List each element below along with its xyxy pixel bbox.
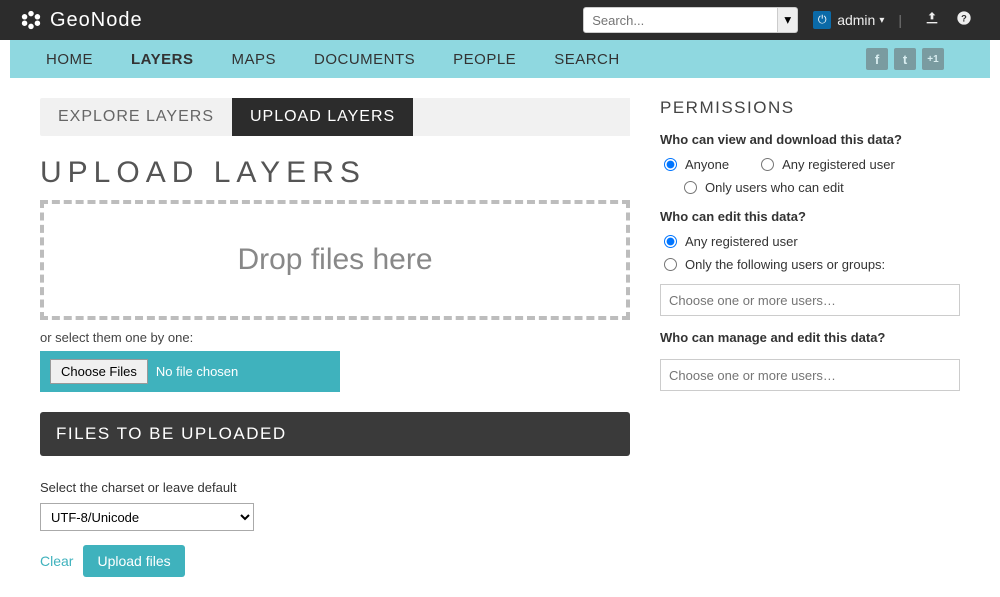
charset-label: Select the charset or leave default bbox=[40, 480, 630, 495]
or-select-text: or select them one by one: bbox=[40, 330, 630, 345]
nav-home[interactable]: HOME bbox=[46, 51, 93, 68]
perm-view-question: Who can view and download this data? bbox=[660, 132, 960, 147]
perm-edit-specific[interactable]: Only the following users or groups: bbox=[664, 257, 960, 272]
charset-select[interactable]: UTF-8/Unicode bbox=[40, 503, 254, 531]
nav-search[interactable]: SEARCH bbox=[554, 51, 620, 68]
search-box: ▾ bbox=[583, 7, 798, 33]
perm-manage-users-input[interactable] bbox=[660, 359, 960, 391]
help-icon[interactable]: ? bbox=[956, 10, 972, 31]
user-menu[interactable]: ⏻ admin ▾ bbox=[813, 11, 884, 29]
perm-edit-users-input[interactable] bbox=[660, 284, 960, 316]
permissions-title: PERMISSIONS bbox=[660, 98, 960, 118]
plusone-icon[interactable]: +1 bbox=[922, 48, 944, 70]
twitter-icon[interactable]: t bbox=[894, 48, 916, 70]
nav-maps[interactable]: MAPS bbox=[231, 51, 276, 68]
power-icon: ⏻ bbox=[813, 11, 831, 29]
svg-text:?: ? bbox=[961, 13, 967, 23]
perm-edit-registered[interactable]: Any registered user bbox=[664, 234, 960, 249]
dropzone-text: Drop files here bbox=[237, 243, 432, 277]
perm-manage-question: Who can manage and edit this data? bbox=[660, 330, 960, 345]
main-nav: HOME LAYERS MAPS DOCUMENTS PEOPLE SEARCH… bbox=[10, 40, 990, 78]
upload-icon[interactable] bbox=[924, 10, 940, 31]
search-dropdown-button[interactable]: ▾ bbox=[778, 7, 798, 33]
brand-logo[interactable]: GeoNode bbox=[20, 9, 143, 32]
perm-view-registered[interactable]: Any registered user bbox=[761, 157, 895, 172]
nav-people[interactable]: PEOPLE bbox=[453, 51, 516, 68]
page-title: UPLOAD LAYERS bbox=[40, 156, 630, 190]
perm-edit-question: Who can edit this data? bbox=[660, 209, 960, 224]
perm-view-editors[interactable]: Only users who can edit bbox=[684, 180, 960, 195]
clear-link[interactable]: Clear bbox=[40, 553, 73, 569]
choose-files-button[interactable]: Choose Files bbox=[50, 359, 148, 384]
nav-documents[interactable]: DOCUMENTS bbox=[314, 51, 415, 68]
file-chooser-bar: Choose Files No file chosen bbox=[40, 351, 340, 392]
brand-text: GeoNode bbox=[50, 9, 143, 32]
flower-icon bbox=[20, 9, 42, 31]
file-status: No file chosen bbox=[156, 364, 238, 379]
dropzone[interactable]: Drop files here bbox=[40, 200, 630, 320]
facebook-icon[interactable]: f bbox=[866, 48, 888, 70]
username: admin bbox=[837, 12, 875, 28]
subtabs: EXPLORE LAYERS UPLOAD LAYERS bbox=[40, 98, 630, 136]
tab-upload-layers[interactable]: UPLOAD LAYERS bbox=[232, 98, 413, 136]
divider: | bbox=[898, 12, 902, 28]
upload-files-button[interactable]: Upload files bbox=[83, 545, 184, 577]
caret-down-icon: ▾ bbox=[879, 15, 884, 26]
search-input[interactable] bbox=[583, 7, 778, 33]
tab-explore-layers[interactable]: EXPLORE LAYERS bbox=[40, 98, 232, 136]
nav-layers[interactable]: LAYERS bbox=[131, 51, 193, 68]
perm-view-anyone[interactable]: Anyone bbox=[664, 157, 729, 172]
files-to-upload-header: FILES TO BE UPLOADED bbox=[40, 412, 630, 456]
